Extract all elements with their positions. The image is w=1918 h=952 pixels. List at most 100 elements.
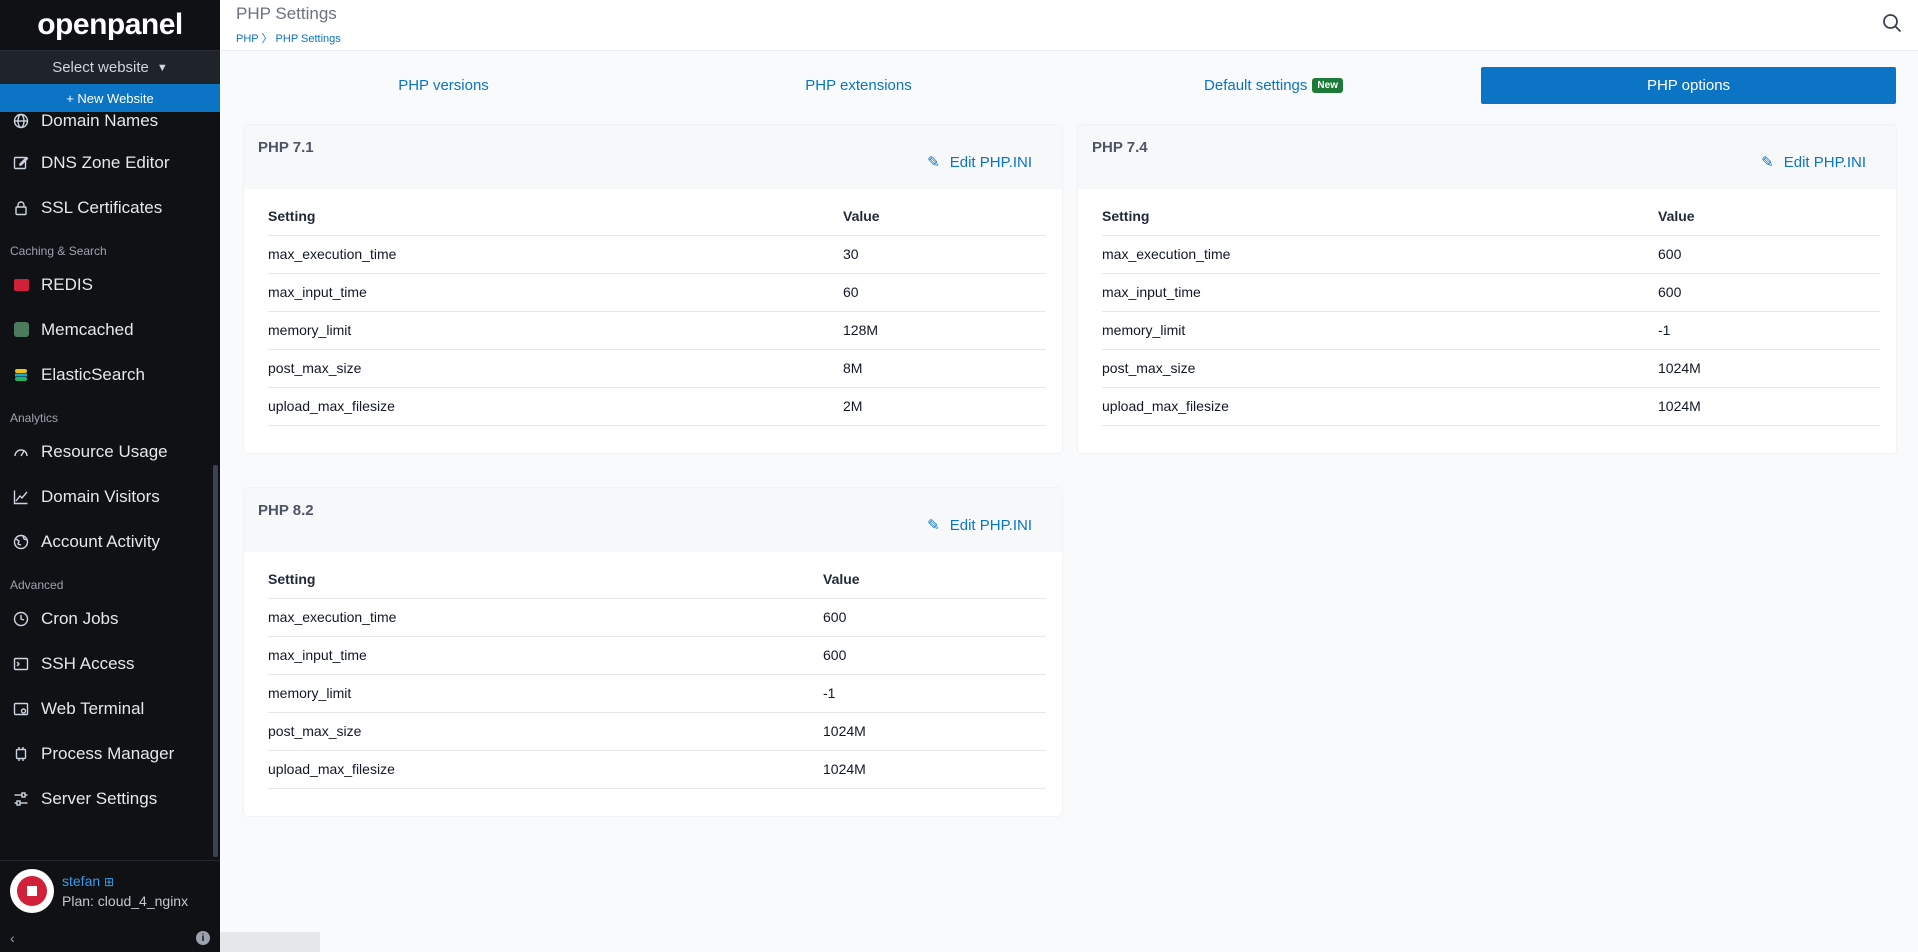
sidebar-item-ssl-certificates[interactable]: SSL Certificates	[0, 185, 214, 230]
setting-value: 600	[1658, 273, 1880, 312]
table-row: max_input_time 60	[268, 273, 1046, 312]
chevron-down-icon: ▼	[156, 61, 168, 74]
table-header-row: Setting Value	[1102, 197, 1880, 236]
tab-php-versions[interactable]: PHP versions	[236, 67, 651, 104]
sidebar-scrollbar[interactable]	[213, 465, 218, 857]
sidebar-item-process-manager[interactable]: Process Manager	[0, 731, 214, 776]
collapse-sidebar-icon[interactable]: ‹	[10, 930, 15, 946]
section-analytics: Analytics	[10, 411, 59, 425]
user-panel: stefan ⊞ Plan: cloud_4_nginx	[0, 860, 220, 920]
card-title: PHP 7.1	[258, 139, 314, 156]
page-title: PHP Settings	[236, 4, 337, 23]
edit-php-ini-button[interactable]: ✎ Edit PHP.INI	[927, 516, 1032, 535]
setting-name: memory_limit	[268, 311, 843, 350]
sidebar-item-label: Process Manager	[41, 743, 175, 763]
sidebar-item-label: DNS Zone Editor	[41, 152, 170, 172]
table-row: upload_max_filesize 1024M	[1102, 387, 1880, 426]
setting-value: 8M	[843, 349, 1046, 388]
setting-name: max_input_time	[268, 636, 823, 675]
sidebar-item-account-activity[interactable]: Account Activity	[0, 519, 214, 564]
setting-value: 1024M	[823, 712, 1046, 751]
logout-icon[interactable]: ⊞	[104, 875, 114, 889]
setting-name: post_max_size	[268, 349, 843, 388]
cpu-icon	[12, 745, 30, 763]
user-name-link[interactable]: stefan ⊞	[62, 873, 188, 889]
setting-value: 60	[843, 273, 1046, 312]
sidebar-item-domain-visitors[interactable]: Domain Visitors	[0, 474, 214, 519]
sliders-icon	[12, 790, 30, 808]
column-header-setting: Setting	[1102, 197, 1658, 236]
sidebar-item-label: Account Activity	[41, 531, 161, 551]
terminal-icon	[12, 655, 30, 673]
sidebar-item-server-settings[interactable]: Server Settings	[0, 776, 214, 821]
php-card-7-1: PHP 7.1 ✎ Edit PHP.INI Setting Value max…	[244, 125, 1062, 453]
sidebar-item-dns-zone-editor[interactable]: DNS Zone Editor	[0, 140, 214, 185]
tab-php-extensions[interactable]: PHP extensions	[651, 67, 1066, 104]
setting-value: -1	[823, 674, 1046, 713]
user-plan: Plan: cloud_4_nginx	[62, 892, 189, 909]
setting-value: -1	[1658, 311, 1880, 350]
setting-name: post_max_size	[268, 712, 823, 751]
header: PHP Settings PHP 〉 PHP Settings	[220, 0, 1918, 51]
table-row: post_max_size 8M	[268, 349, 1046, 388]
table-row: memory_limit 128M	[268, 311, 1046, 350]
card-title: PHP 8.2	[258, 502, 314, 519]
info-icon[interactable]: i	[196, 931, 210, 945]
edit-php-ini-button[interactable]: ✎ Edit PHP.INI	[1761, 153, 1866, 172]
sidebar-item-memcached[interactable]: Memcached	[0, 307, 214, 352]
tab-php-options[interactable]: PHP options	[1481, 67, 1896, 104]
setting-value: 128M	[843, 311, 1046, 350]
avatar[interactable]	[10, 868, 54, 913]
tab-default-settings[interactable]: Default settings New	[1066, 67, 1481, 104]
setting-name: max_input_time	[268, 273, 843, 312]
setting-value: 1024M	[1658, 349, 1880, 388]
table-row: max_execution_time 30	[268, 235, 1046, 274]
setting-value: 600	[823, 598, 1046, 637]
table-row: max_execution_time 600	[268, 598, 1046, 637]
sidebar-item-resource-usage[interactable]: Resource Usage	[0, 429, 214, 474]
sidebar-item-label: Resource Usage	[41, 441, 168, 461]
settings-table: Setting Value max_execution_time 600 max_…	[1102, 197, 1880, 426]
sidebar-item-label: SSL Certificates	[41, 197, 163, 217]
breadcrumb-item-php-settings[interactable]: PHP Settings	[276, 33, 341, 45]
sidebar-item-redis[interactable]: REDIS	[0, 262, 214, 307]
sidebar-item-web-terminal[interactable]: Web Terminal	[0, 686, 214, 731]
pencil-icon: ✎	[927, 154, 940, 171]
sidebar-item-label: Cron Jobs	[41, 608, 119, 628]
sidebar-nav: Domain Names DNS Zone Editor SSL Certifi…	[0, 111, 214, 821]
select-website-dropdown[interactable]: Select website ▼	[0, 50, 220, 84]
globe-icon	[12, 533, 30, 551]
setting-name: memory_limit	[268, 674, 823, 713]
column-header-value: Value	[843, 197, 1046, 236]
column-header-setting: Setting	[268, 560, 823, 599]
section-caching-search: Caching & Search	[10, 244, 107, 258]
sidebar-item-domain-names[interactable]: Domain Names	[0, 102, 214, 140]
sidebar-item-label: REDIS	[41, 274, 93, 294]
clock-icon	[12, 610, 30, 628]
settings-table: Setting Value max_execution_time 30 max_i…	[268, 197, 1046, 426]
edit-php-ini-button[interactable]: ✎ Edit PHP.INI	[927, 153, 1032, 172]
breadcrumb: PHP 〉 PHP Settings	[236, 30, 341, 46]
setting-value: 1024M	[823, 750, 1046, 789]
web-terminal-icon	[12, 700, 30, 718]
table-header-row: Setting Value	[268, 197, 1046, 236]
table-row: post_max_size 1024M	[1102, 349, 1880, 388]
sidebar-item-label: Domain Names	[41, 111, 159, 130]
logo[interactable]: openpanel	[0, 0, 220, 50]
sidebar-item-label: SSH Access	[41, 653, 135, 673]
sidebar-item-elasticsearch[interactable]: ElasticSearch	[0, 352, 214, 397]
setting-value: 2M	[843, 387, 1046, 426]
setting-value: 600	[823, 636, 1046, 675]
chart-icon	[12, 488, 30, 506]
setting-name: upload_max_filesize	[1102, 387, 1658, 426]
globe-icon	[12, 112, 30, 130]
sidebar-item-label: Memcached	[41, 319, 134, 339]
card-title: PHP 7.4	[1092, 139, 1148, 156]
setting-name: max_execution_time	[268, 235, 843, 274]
sidebar-item-ssh-access[interactable]: SSH Access	[0, 641, 214, 686]
sidebar-item-label: Web Terminal	[41, 698, 145, 718]
sidebar-item-cron-jobs[interactable]: Cron Jobs	[0, 596, 214, 641]
breadcrumb-item-php[interactable]: PHP	[236, 33, 258, 45]
search-icon[interactable]	[1882, 13, 1904, 35]
setting-value: 1024M	[1658, 387, 1880, 426]
